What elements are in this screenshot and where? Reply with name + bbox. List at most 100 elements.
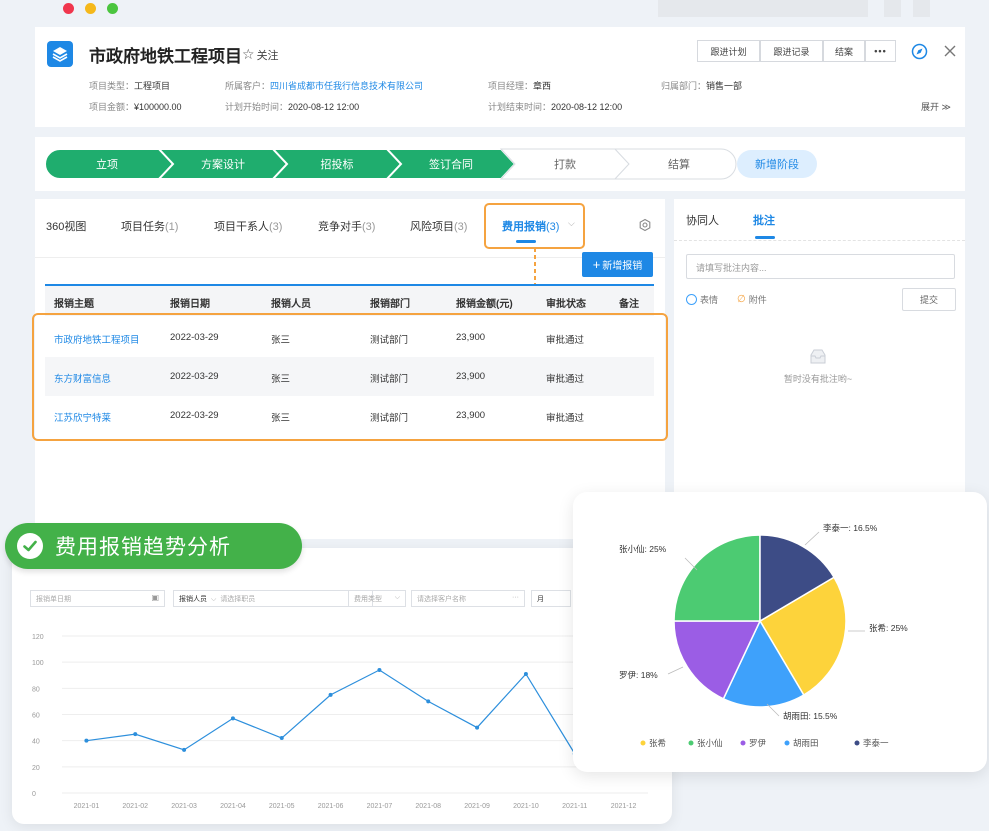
table-column-header[interactable]: 审批状态 [546,295,586,310]
follow-button[interactable]: ☆ 关注 [242,46,279,63]
follow-record-button[interactable]: 跟进记录 [760,40,823,62]
follow-label: 关注 [256,49,279,62]
tab-count: (3) [362,221,376,233]
legend-marker [854,740,860,746]
tab-item[interactable]: 风险项目(3) [410,218,467,234]
x-tick-label: 2021-05 [269,803,295,810]
comment-input[interactable]: 请填写批注内容... [686,254,955,279]
y-tick-label: 100 [32,660,44,667]
submit-button[interactable]: 提交 [902,288,956,311]
tab-count: (3) [454,221,468,233]
pie-label-leader [804,531,820,546]
data-point[interactable] [84,738,89,743]
tab-dropdown-chevron-icon[interactable]: ⌵ [568,218,575,229]
data-point[interactable] [426,699,431,704]
tab-item[interactable]: 项目干系人(3) [214,218,282,234]
stage-step-label[interactable]: 签订合同 [401,149,501,179]
tab-item[interactable]: 360视图 [46,218,86,234]
pie-slice-label: 张希: 25% [869,623,908,633]
meta-type: 项目类型：工程项目 [89,81,171,91]
pie-slice-label: 胡雨田: 15.5% [783,711,838,721]
data-point[interactable] [475,725,480,730]
data-point[interactable] [523,671,528,676]
data-point[interactable] [182,747,187,752]
y-tick-label: 60 [32,713,40,720]
pie-label-leader [667,666,684,675]
tab-item[interactable]: 项目任务(1) [121,218,178,234]
legend-label[interactable]: 胡雨田 [793,738,819,748]
date-filter-input[interactable]: 报销单日期 ▣ [30,590,165,607]
table-column-header[interactable]: 报销金额(元) [456,295,513,310]
legend-label[interactable]: 张小仙 [697,738,723,748]
person-filter[interactable]: 报销人员 ⌵ 请选择职员 ··· [173,590,373,607]
stage-step-label[interactable]: 打款 [515,149,615,179]
x-tick-label: 2021-12 [611,803,637,810]
comments-tab-divider [674,240,965,241]
meta-manager: 项目经理：章西 [488,81,552,91]
data-point[interactable] [230,716,235,721]
close-icon[interactable] [942,43,958,59]
expand-button[interactable]: 展开 ≫ [921,100,951,113]
pie-slice-label: 罗伊: 18% [619,670,658,680]
stage-step-label[interactable]: 方案设计 [173,149,273,179]
tab-count: (1) [165,221,179,233]
tab-label: 360视图 [46,221,87,233]
tab-label: 项目任务 [121,221,165,233]
x-tick-label: 2021-11 [562,803,587,810]
add-stage-button[interactable]: 新增阶段 [737,150,817,178]
legend-marker [740,740,746,746]
meta-amount: 项目金额：¥100000.00 [89,102,182,112]
pie-slice-label: 张小仙: 25% [619,544,667,554]
data-point[interactable] [377,668,382,673]
data-point[interactable] [279,736,284,741]
legend-label[interactable]: 罗伊 [749,738,767,748]
tab-label: 竞争对手 [318,221,362,233]
window-minimize-dot[interactable] [85,3,96,14]
meta-end-time: 计划结束时间：2020-08-12 12:00 [488,102,623,112]
tab-label: 风险项目 [410,221,454,233]
close-case-button[interactable]: 结案 [823,40,865,62]
stage-step-label[interactable]: 招投标 [287,149,387,179]
x-tick-label: 2021-10 [513,803,539,810]
emoji-button[interactable]: 表情 [686,293,718,306]
data-point[interactable] [328,692,333,697]
table-column-header[interactable]: 备注 [619,295,639,310]
smile-icon [686,294,697,305]
x-tick-label: 2021-08 [415,803,441,810]
legend-marker [640,740,646,746]
tab-collaborators[interactable]: 协同人 [686,212,719,228]
tab-item[interactable]: 竞争对手(3) [318,218,375,234]
window-maximize-dot[interactable] [107,3,118,14]
x-tick-label: 2021-04 [220,803,246,810]
stage-step-label[interactable]: 立项 [55,149,159,179]
expense-share-pie-chart: 张希: 25% 张小仙: 25% 罗伊: 18% 胡雨田: 15.5% 李泰一: 16.… [619,523,908,748]
legend-label[interactable]: 李泰一 [863,738,889,748]
data-point[interactable] [133,732,138,737]
table-column-header[interactable]: 报销部门 [370,295,410,310]
more-button[interactable]: ••• [865,40,896,62]
expense-type-filter[interactable]: 费用类型 ⌵ [348,590,406,607]
attachment-button[interactable]: ∅ 附件 [737,293,767,306]
tab-count: (3) [269,221,283,233]
stage-step-label[interactable]: 结算 [629,149,729,179]
meta-customer: 所属客户：四川省成都市任我行信息技术有限公司 [225,81,424,91]
legend-label[interactable]: 张希 [649,738,666,748]
tab-comments[interactable]: 批注 [753,212,775,228]
empty-comments-text: 暂时没有批注哟~ [783,374,853,384]
customer-filter[interactable]: 请选择客户名称 ··· [411,590,525,607]
table-column-header[interactable]: 报销人员 [271,295,311,310]
table-column-header[interactable]: 报销日期 [170,295,210,310]
double-chevron-down-icon: ≫ [941,102,951,112]
customer-link[interactable]: 四川省成都市任我行信息技术有限公司 [270,81,423,91]
follow-plan-button[interactable]: 跟进计划 [697,40,760,62]
x-tick-label: 2021-09 [464,803,490,810]
window-close-dot[interactable] [63,3,74,14]
table-column-header[interactable]: 报销主题 [54,295,94,310]
pie-slice[interactable] [673,534,761,622]
add-reimbursement-button[interactable]: + 新增报销 [582,252,653,277]
tab-settings-gear-icon[interactable] [638,218,652,237]
y-tick-label: 40 [32,739,40,746]
compass-icon[interactable] [911,43,928,60]
period-filter[interactable]: 月 [531,590,571,607]
y-tick-label: 20 [32,765,40,772]
